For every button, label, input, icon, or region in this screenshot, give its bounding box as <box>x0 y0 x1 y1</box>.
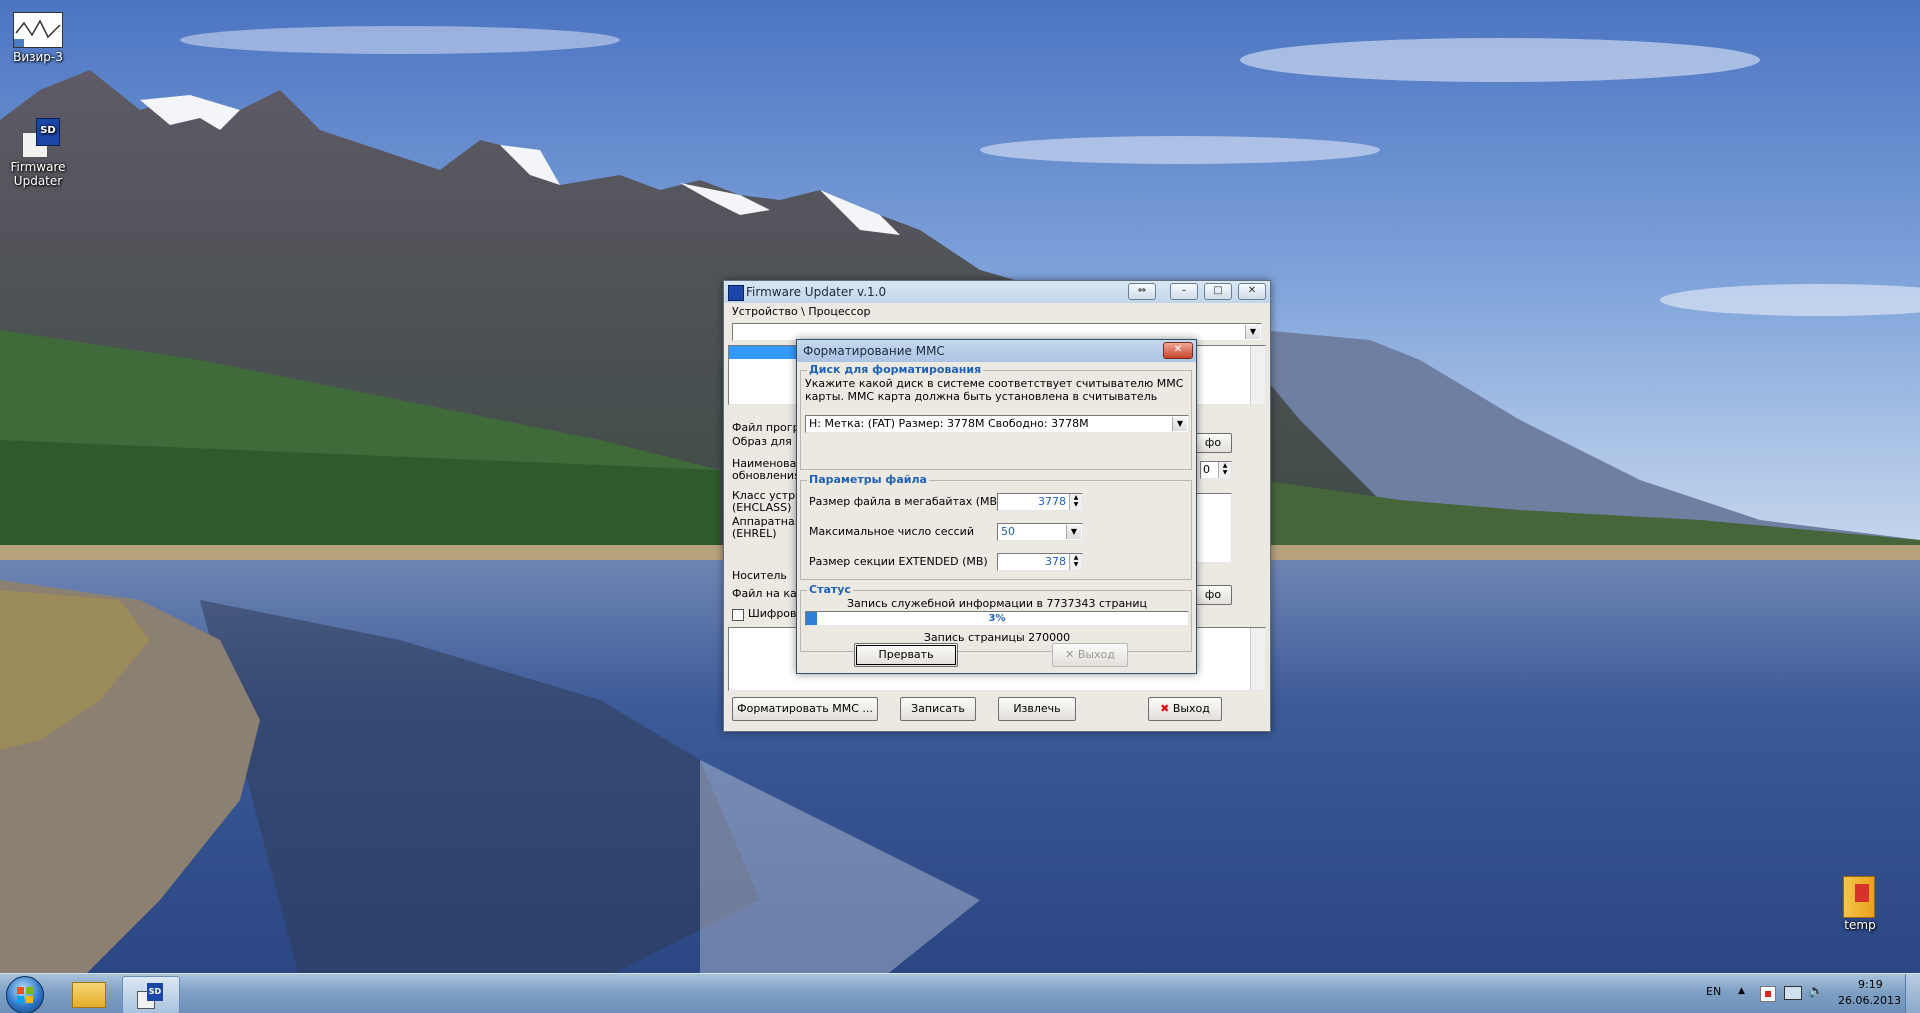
exit-button[interactable]: ✖ Выход <box>1148 697 1222 721</box>
hw-label-2: (EHREL) <box>732 527 777 540</box>
dialog-titlebar[interactable]: Форматирование MMC ✕ <box>797 340 1196 362</box>
volume-icon[interactable]: 🔈 <box>1808 984 1824 999</box>
desktop-icon-label: temp <box>1844 918 1876 932</box>
chevron-down-icon[interactable]: ▼ <box>1066 525 1081 539</box>
table-scrollbar[interactable] <box>1250 628 1265 690</box>
chart-shortcut-icon <box>13 12 63 48</box>
spin-arrows-icon[interactable]: ▲ ▼ <box>1069 554 1082 570</box>
show-desktop-button[interactable] <box>1905 974 1920 1013</box>
media-group-label: Носитель <box>732 569 787 582</box>
encrypt-label: Шифрова <box>748 607 804 620</box>
taskbar-firmware-updater-button[interactable]: SD <box>122 976 180 1013</box>
info-button-2[interactable]: фо <box>1194 585 1232 605</box>
taskbar: SD EN ▲ 🔈 9:19 26.06.2013 <box>0 973 1920 1013</box>
clock-date[interactable]: 26.06.2013 <box>1838 994 1901 1007</box>
progress-bar: 3% <box>805 611 1189 626</box>
encrypt-checkbox[interactable] <box>732 609 744 621</box>
firmware-updater-titlebar[interactable]: Firmware Updater v.1.0 ⇔ – □ ✕ <box>724 281 1270 303</box>
abort-button[interactable]: Прервать <box>854 643 958 667</box>
resize-icon[interactable]: ⇔ <box>1128 283 1156 300</box>
disk-hint: Укажите какой диск в системе соответству… <box>805 377 1184 403</box>
file-size-field[interactable]: 3778 ▲ ▼ <box>997 493 1083 511</box>
chevron-down-icon[interactable]: ▼ <box>1245 325 1260 339</box>
desktop-icon-label: Визир-3 <box>13 50 63 64</box>
extended-size-field[interactable]: 378 ▲ ▼ <box>997 553 1083 571</box>
info-button-label: фо <box>1204 436 1222 449</box>
file-on-card-label: Файл на кар <box>732 587 804 600</box>
extended-size-label: Размер секции EXTENDED (MB) <box>809 555 988 568</box>
device-label: Устройство \ Процессор <box>732 305 871 318</box>
sd-card-icon: SD <box>137 983 163 1009</box>
clock-time[interactable]: 9:19 <box>1858 978 1883 991</box>
chevron-down-icon[interactable]: ▼ <box>1172 417 1187 431</box>
write-button[interactable]: Записать <box>900 697 976 721</box>
list-scrollbar[interactable] <box>1250 346 1265 404</box>
dialog-close-button[interactable]: ✕ <box>1163 342 1193 359</box>
disk-group-title: Диск для форматирования <box>807 363 984 376</box>
disk-group: Диск для форматирования Укажите какой ди… <box>800 363 1192 470</box>
status-group-title: Статус <box>807 583 853 596</box>
info-button-label: фо <box>1204 588 1222 601</box>
file-size-label: Размер файла в мегабайтах (MB) <box>809 495 1002 508</box>
dialog-title: Форматирование MMC <box>803 344 945 358</box>
file-size-value: 3778 <box>1038 495 1066 508</box>
sd-card-shortcut-icon: SD <box>18 118 60 158</box>
start-button[interactable] <box>6 976 44 1013</box>
close-x-icon: ✖ <box>1160 702 1170 715</box>
exit-label: Выход <box>1172 702 1210 715</box>
desktop-icon-firmware-updater[interactable]: SD Firmware Updater <box>0 118 76 188</box>
format-mmc-dialog: Форматирование MMC ✕ Диск для форматиров… <box>796 339 1197 674</box>
params-group: Параметры файла Размер файла в мегабайта… <box>800 473 1192 580</box>
spin-arrows-icon[interactable]: ▲ ▼ <box>1069 494 1082 510</box>
desktop-icon-vizir[interactable]: Визир-3 <box>0 12 76 64</box>
spin-field[interactable]: 0 ▲ ▼ <box>1200 461 1232 479</box>
drive-select[interactable]: H: Метка: (FAT) Размер: 3778M Свободно: … <box>805 415 1189 433</box>
format-mmc-button[interactable]: Форматировать MMC ... <box>732 697 878 721</box>
dialog-exit-label: Выход <box>1077 648 1115 661</box>
extract-button[interactable]: Извлечь <box>998 697 1076 721</box>
params-group-title: Параметры файла <box>807 473 929 486</box>
action-center-icon[interactable] <box>1760 986 1776 1002</box>
minimize-button[interactable]: – <box>1170 283 1198 300</box>
spin-arrows-icon[interactable]: ▲ ▼ <box>1218 462 1231 478</box>
image-label: Образ для з <box>732 435 802 448</box>
window-title: Firmware Updater v.1.0 <box>746 285 887 299</box>
tray-expand-icon[interactable]: ▲ <box>1738 986 1745 996</box>
close-button[interactable]: ✕ <box>1238 283 1266 300</box>
class-label-2: (EHCLASS) <box>732 501 792 514</box>
side-grid <box>1194 493 1232 563</box>
info-button-1[interactable]: фо <box>1194 433 1232 453</box>
maximize-button[interactable]: □ <box>1204 283 1232 300</box>
desktop-icon-label: Firmware Updater <box>10 160 66 188</box>
network-icon[interactable] <box>1784 986 1802 1000</box>
taskbar-explorer-button[interactable] <box>60 976 116 1012</box>
extended-size-value: 378 <box>1045 555 1066 568</box>
extract-label: Извлечь <box>1013 702 1061 715</box>
max-sessions-select[interactable]: 50 ▼ <box>997 523 1083 541</box>
file-group-label: Файл прогр <box>732 421 800 434</box>
spin-value: 0 <box>1203 463 1210 476</box>
name-label-2: обновления <box>732 469 801 482</box>
drive-select-value: H: Метка: (FAT) Размер: 3778M Свободно: … <box>809 417 1089 430</box>
close-x-icon: ✕ <box>1065 648 1075 661</box>
progress-text: 3% <box>988 613 1006 624</box>
folder-icon <box>1843 872 1877 918</box>
language-indicator[interactable]: EN <box>1706 985 1721 998</box>
max-sessions-value: 50 <box>1001 525 1015 538</box>
max-sessions-label: Максимальное число сессий <box>809 525 974 538</box>
abort-label: Прервать <box>878 648 934 661</box>
desktop-icon-temp[interactable]: temp <box>1822 872 1898 932</box>
write-label: Записать <box>911 702 965 715</box>
format-mmc-label: Форматировать MMC ... <box>737 702 873 715</box>
app-icon <box>728 285 744 301</box>
dialog-exit-button[interactable]: ✕ Выход <box>1052 643 1128 667</box>
folder-icon <box>72 982 106 1008</box>
status-line-1: Запись служебной информации в 7737343 ст… <box>846 597 1148 610</box>
